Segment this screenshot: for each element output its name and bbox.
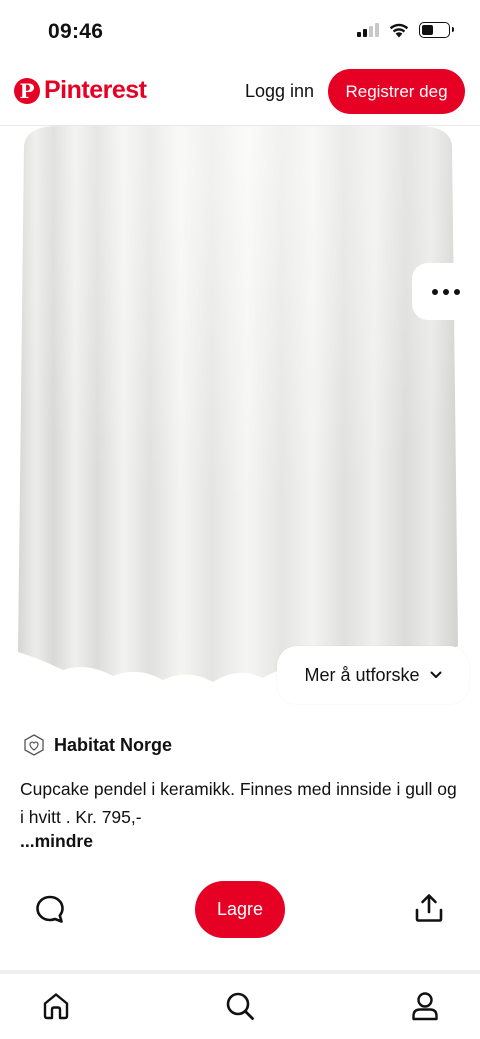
home-icon <box>43 993 69 1020</box>
pinterest-logo[interactable]: P Pinterest <box>14 76 147 105</box>
share-button[interactable] <box>413 892 445 924</box>
comment-icon <box>36 895 64 923</box>
wifi-icon <box>389 23 409 37</box>
show-less-link[interactable]: ...mindre <box>20 831 93 852</box>
share-icon <box>415 894 443 922</box>
nav-home[interactable] <box>40 990 72 1022</box>
pin-description: Cupcake pendel i keramikk. Finnes med in… <box>20 779 457 827</box>
more-dots-icon <box>432 288 438 295</box>
explore-more-button[interactable]: Mer å utforske <box>277 646 469 704</box>
register-button[interactable]: Registrer deg <box>328 69 465 114</box>
save-button[interactable]: Lagre <box>195 881 285 938</box>
comment-button[interactable] <box>34 893 66 925</box>
lamp-shade-image <box>18 126 458 682</box>
pin-image[interactable] <box>0 126 480 708</box>
app-header: P Pinterest Logg inn Registrer deg <box>0 66 480 118</box>
bottom-nav <box>0 974 480 1039</box>
login-link[interactable]: Logg inn <box>245 81 314 102</box>
nav-search[interactable] <box>224 990 256 1022</box>
chevron-down-icon <box>430 671 442 678</box>
status-icons <box>357 22 454 38</box>
more-options-button[interactable] <box>412 263 480 320</box>
profile-icon <box>412 992 438 1021</box>
nav-profile[interactable] <box>409 990 441 1022</box>
pin-source[interactable]: Habitat Norge <box>22 733 172 757</box>
status-time: 09:46 <box>48 20 104 43</box>
explore-more-label: Mer å utforske <box>304 664 420 685</box>
pinterest-logo-icon: P <box>14 77 40 104</box>
battery-icon <box>419 22 454 38</box>
logo-text: Pinterest <box>44 76 147 104</box>
source-name: Habitat Norge <box>54 734 173 755</box>
status-bar: 09:46 <box>0 0 480 62</box>
search-icon <box>226 992 254 1020</box>
source-logo-icon <box>24 734 44 756</box>
signal-icon <box>357 23 379 37</box>
